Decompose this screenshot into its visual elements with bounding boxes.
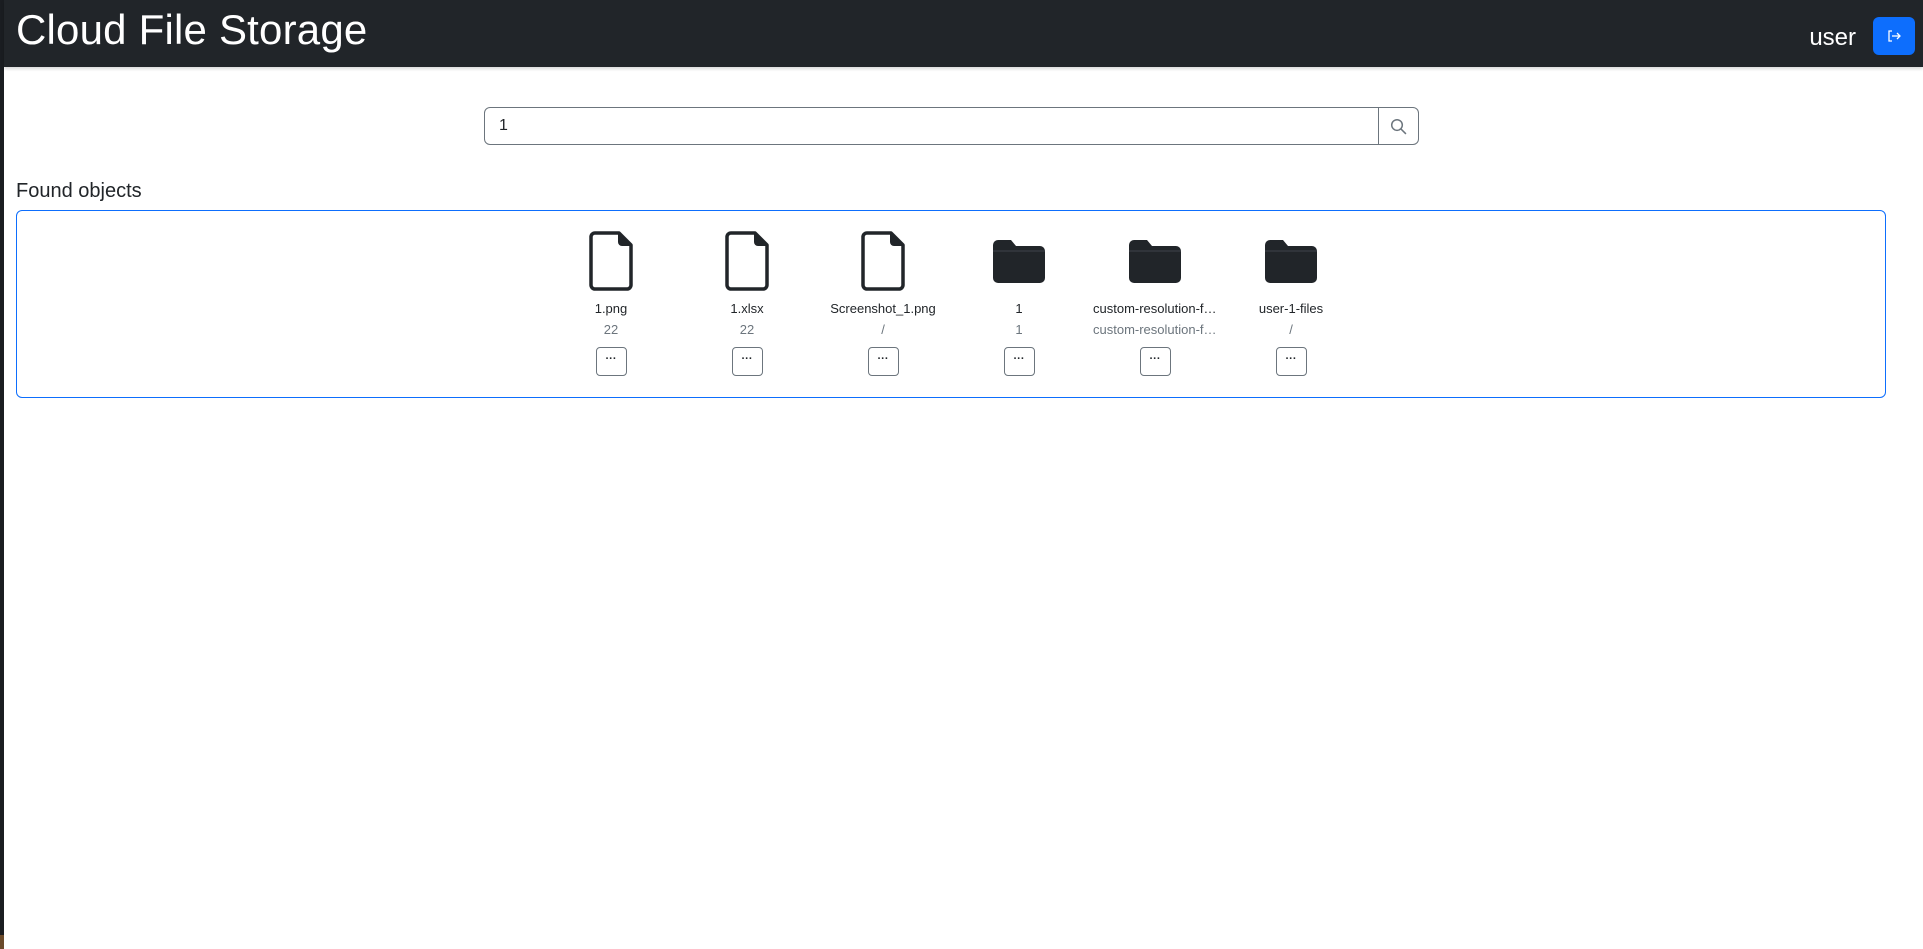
navbar: Cloud File Storage user bbox=[4, 0, 1923, 67]
result-item[interactable]: 1 1 ··· bbox=[951, 231, 1087, 376]
item-menu-button[interactable]: ··· bbox=[867, 347, 899, 376]
item-path: 1 bbox=[1015, 322, 1023, 337]
logout-icon bbox=[1888, 30, 1901, 42]
more-icon: ··· bbox=[1285, 353, 1297, 365]
search-input[interactable] bbox=[484, 107, 1379, 145]
result-item[interactable]: 1.xlsx 22 ··· bbox=[679, 231, 815, 376]
item-path: custom-resolution-folder bbox=[1093, 322, 1217, 337]
item-menu-button[interactable]: ··· bbox=[1003, 347, 1035, 376]
more-icon: ··· bbox=[1149, 353, 1161, 365]
more-icon: ··· bbox=[1013, 353, 1025, 365]
result-item[interactable]: 1.png 22 ··· bbox=[543, 231, 679, 376]
file-icon bbox=[581, 231, 641, 291]
search-icon bbox=[1390, 118, 1407, 134]
folder-icon bbox=[989, 231, 1049, 291]
item-menu-button[interactable]: ··· bbox=[731, 347, 763, 376]
result-item[interactable]: custom-resolution-folder custom-resoluti… bbox=[1087, 231, 1223, 376]
result-item[interactable]: Screenshot_1.png / ··· bbox=[815, 231, 951, 376]
folder-icon bbox=[1261, 231, 1321, 291]
item-name: custom-resolution-folder bbox=[1093, 301, 1217, 316]
results-heading: Found objects bbox=[16, 180, 142, 202]
logout-button[interactable] bbox=[1873, 17, 1915, 55]
item-name: 1 bbox=[1015, 301, 1023, 316]
search-bar bbox=[484, 107, 1419, 145]
search-button[interactable] bbox=[1379, 107, 1419, 145]
item-name: Screenshot_1.png bbox=[830, 301, 936, 316]
item-menu-button[interactable]: ··· bbox=[1139, 347, 1171, 376]
item-menu-button[interactable]: ··· bbox=[1275, 347, 1307, 376]
item-name: 1.png bbox=[594, 301, 628, 316]
result-item[interactable]: user-1-files / ··· bbox=[1223, 231, 1359, 376]
item-path: 22 bbox=[739, 322, 755, 337]
item-menu-button[interactable]: ··· bbox=[595, 347, 627, 376]
results-grid: 1.png 22 ··· 1.xlsx 22 ··· Screenshot_1.… bbox=[17, 231, 1885, 376]
file-icon bbox=[853, 231, 913, 291]
item-path: / bbox=[881, 322, 885, 337]
more-icon: ··· bbox=[605, 353, 617, 365]
folder-icon bbox=[1125, 231, 1185, 291]
username-label: user bbox=[1809, 24, 1856, 51]
file-icon bbox=[717, 231, 777, 291]
app-title[interactable]: Cloud File Storage bbox=[16, 6, 367, 54]
results-panel: 1.png 22 ··· 1.xlsx 22 ··· Screenshot_1.… bbox=[16, 210, 1886, 398]
more-icon: ··· bbox=[741, 353, 753, 365]
item-name: user-1-files bbox=[1258, 301, 1324, 316]
item-path: / bbox=[1289, 322, 1293, 337]
more-icon: ··· bbox=[877, 353, 889, 365]
item-path: 22 bbox=[603, 322, 619, 337]
item-name: 1.xlsx bbox=[730, 301, 764, 316]
